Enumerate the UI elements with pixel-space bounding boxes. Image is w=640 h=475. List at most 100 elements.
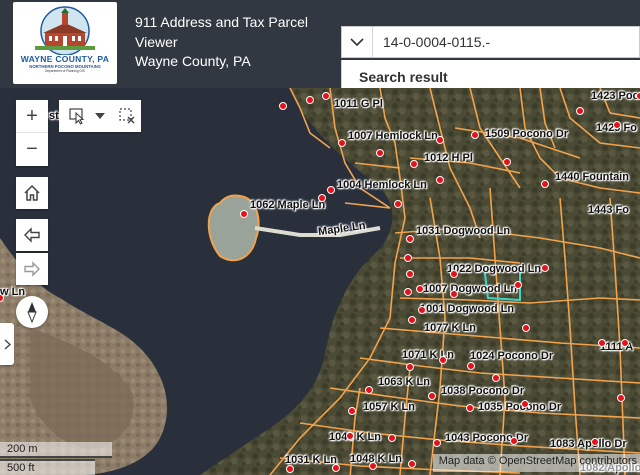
app-title: 911 Address and Tax Parcel Viewer Wayne … <box>135 13 335 72</box>
map-attribution: Map data © OpenStreetMap contributors <box>432 454 640 472</box>
parcel-label: 1004 Hemlock Ln <box>337 179 427 191</box>
parcel-label: 1063 K Ln <box>378 376 430 388</box>
address-point[interactable] <box>406 363 414 371</box>
chevron-down-icon[interactable] <box>342 27 373 57</box>
address-point[interactable] <box>466 404 474 412</box>
search-result-label: Search result <box>359 69 448 85</box>
address-point[interactable] <box>450 270 458 278</box>
address-point[interactable] <box>591 438 599 446</box>
app-title-line1: 911 Address and Tax Parcel <box>135 14 309 30</box>
address-point[interactable] <box>621 339 629 347</box>
parcel-label: 1011 G Pl <box>334 98 383 110</box>
address-point[interactable] <box>439 356 447 364</box>
compass-icon <box>27 302 37 323</box>
scalebar-imperial: 500 ft <box>0 459 95 475</box>
logo-department: Department of Planning GIS <box>45 69 85 73</box>
address-point[interactable] <box>404 288 412 296</box>
address-point[interactable] <box>404 254 412 262</box>
address-point[interactable] <box>394 200 402 208</box>
county-logo: WAYNE COUNTY, PA NORTHERN POCONO MOUNTAI… <box>13 2 117 84</box>
select-cursor-icon[interactable] <box>63 100 91 132</box>
parcel-label: 1007 Hemlock Ln <box>348 130 438 142</box>
address-point[interactable] <box>369 462 377 470</box>
address-point[interactable] <box>376 149 384 157</box>
address-point[interactable] <box>428 392 436 400</box>
clear-selection-icon[interactable] <box>113 100 141 132</box>
address-point[interactable] <box>348 407 356 415</box>
home-button[interactable] <box>16 177 48 209</box>
parcel-label: 1423 Pocono <box>591 90 640 102</box>
parcel-label: 1024 Pocono Dr <box>470 350 554 362</box>
scalebar-metric: 200 m <box>0 442 112 458</box>
logo-title: WAYNE COUNTY, PA <box>20 54 110 64</box>
address-point[interactable] <box>306 96 314 104</box>
address-point[interactable] <box>332 464 340 472</box>
address-point[interactable] <box>521 400 529 408</box>
parcel-label: 1043 K Ln <box>329 431 381 443</box>
arrow-right-icon <box>24 261 40 277</box>
address-point[interactable] <box>467 362 475 370</box>
address-point[interactable] <box>279 102 287 110</box>
address-point[interactable] <box>617 394 625 402</box>
address-point[interactable] <box>598 339 606 347</box>
parcel-label: st <box>49 110 59 122</box>
address-point[interactable] <box>322 92 330 100</box>
address-point[interactable] <box>541 180 549 188</box>
address-point[interactable] <box>406 270 414 278</box>
address-point[interactable] <box>492 374 500 382</box>
parcel-label: 1035 Pocono Dr <box>478 401 562 413</box>
zoom-out-button[interactable]: − <box>16 132 48 165</box>
address-point[interactable] <box>514 281 522 289</box>
courthouse-seal-icon <box>35 6 95 55</box>
parcel-label: 1509 Pocono Dr <box>485 128 569 140</box>
address-point[interactable] <box>433 439 441 447</box>
address-point[interactable] <box>388 434 396 442</box>
aerial-basemap <box>0 88 640 475</box>
address-point[interactable] <box>510 437 518 445</box>
expand-panel-button[interactable] <box>0 323 14 365</box>
address-point[interactable] <box>338 139 346 147</box>
chevron-down-icon[interactable] <box>91 100 109 132</box>
address-point[interactable] <box>436 176 444 184</box>
address-point[interactable] <box>406 235 414 243</box>
parcel-label: 1012 H Pl <box>424 152 473 164</box>
address-point[interactable] <box>613 121 621 129</box>
address-point[interactable] <box>327 186 335 194</box>
address-point[interactable] <box>410 160 418 168</box>
search-input[interactable] <box>373 27 640 57</box>
arrow-left-icon <box>24 227 40 243</box>
selection-toolbar <box>59 100 141 132</box>
address-point[interactable] <box>318 194 326 202</box>
address-point[interactable] <box>450 290 458 298</box>
parcel-label: 1001 Dogwood Ln <box>420 303 515 315</box>
address-point[interactable] <box>576 107 584 115</box>
address-point[interactable] <box>436 136 444 144</box>
parcel-label: 1440 Fountain <box>555 171 629 183</box>
address-point[interactable] <box>541 264 549 272</box>
address-point[interactable] <box>365 386 373 394</box>
parcel-label: 1031 K Ln <box>285 454 337 466</box>
map-view[interactable]: 1011 G Pl 1007 Hemlock Ln 1509 Pocono Dr 14… <box>0 88 640 475</box>
address-point[interactable] <box>636 92 640 100</box>
address-point[interactable] <box>471 131 479 139</box>
parcel-label: 1057 K Ln <box>363 401 415 413</box>
zoom-in-button[interactable]: + <box>16 100 48 132</box>
parcel-label: 1443 Fo <box>588 204 629 216</box>
address-point[interactable] <box>286 465 294 473</box>
address-point[interactable] <box>346 432 354 440</box>
address-point[interactable] <box>408 316 416 324</box>
parcel-label: 1022 Dogwood Ln <box>447 263 542 275</box>
address-point[interactable] <box>522 324 530 332</box>
address-point[interactable] <box>416 285 424 293</box>
address-point[interactable] <box>418 306 426 314</box>
parcel-label: 1062 Maple Ln <box>250 199 326 211</box>
compass-button[interactable] <box>16 296 48 328</box>
previous-extent-button[interactable] <box>16 219 48 251</box>
next-extent-button[interactable] <box>16 253 48 285</box>
parcel-label: 1038 Pocono Dr <box>441 385 525 397</box>
chevron-right-icon <box>4 338 11 350</box>
zoom-control: + − <box>16 100 48 166</box>
address-point[interactable] <box>408 460 416 468</box>
address-point[interactable] <box>503 158 511 166</box>
address-point[interactable] <box>240 210 248 218</box>
